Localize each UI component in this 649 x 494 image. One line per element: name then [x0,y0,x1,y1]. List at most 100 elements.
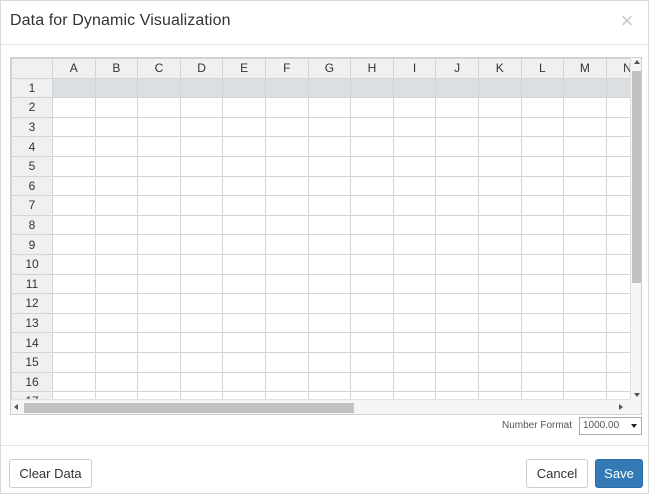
sheet-cell[interactable] [307,195,352,216]
sheet-cell[interactable] [520,214,565,236]
column-header[interactable]: D [179,58,224,79]
sheet-cell[interactable] [563,97,607,118]
sheet-cell[interactable] [264,273,309,295]
sheet-cell[interactable] [264,77,309,99]
sheet-cell[interactable] [477,371,522,393]
sheet-cell[interactable] [222,77,266,99]
sheet-cell[interactable] [477,312,522,334]
sheet-cell[interactable] [264,175,309,197]
sheet-cell[interactable] [563,253,607,275]
sheet-cell[interactable] [435,234,479,255]
sheet-cell[interactable] [52,97,96,118]
sheet-cell[interactable] [520,293,565,314]
sheet-cell[interactable] [350,273,394,295]
sheet-cell[interactable] [94,175,139,197]
sheet-cell[interactable] [563,116,607,138]
sheet-cell[interactable] [520,253,565,275]
sheet-cell[interactable] [477,116,522,138]
sheet-cell[interactable] [350,234,394,255]
sheet-cell[interactable] [137,371,181,393]
sheet-cell[interactable] [264,332,309,353]
sheet-cell[interactable] [350,77,394,99]
sheet-cell[interactable] [350,195,394,216]
sheet-cell[interactable] [563,234,607,255]
sheet-cell[interactable] [392,234,437,255]
sheet-cell[interactable] [477,293,522,314]
sheet-cell[interactable] [477,136,522,157]
cancel-button[interactable]: Cancel [526,459,588,488]
vertical-scroll-thumb[interactable] [632,71,641,283]
sheet-cell[interactable] [435,293,479,314]
sheet-cell[interactable] [137,155,181,177]
sheet-cell[interactable] [563,351,607,373]
column-header[interactable]: G [307,58,352,79]
row-header[interactable]: 12 [11,293,53,314]
sheet-cell[interactable] [307,175,352,197]
sheet-cell[interactable] [520,136,565,157]
sheet-cell[interactable] [392,136,437,157]
row-header[interactable]: 11 [11,273,53,295]
row-header[interactable]: 3 [11,116,53,138]
sheet-cell[interactable] [94,97,139,118]
row-header[interactable]: 4 [11,136,53,157]
sheet-cell[interactable] [264,155,309,177]
sheet-cell[interactable] [477,214,522,236]
sheet-cell[interactable] [477,253,522,275]
sheet-cell[interactable] [563,371,607,393]
sheet-cell[interactable] [563,77,607,99]
sheet-cell[interactable] [179,332,224,353]
sheet-cell[interactable] [94,214,139,236]
sheet-cell[interactable] [350,214,394,236]
sheet-cell[interactable] [179,234,224,255]
sheet-cell[interactable] [222,371,266,393]
scroll-right-icon[interactable] [619,404,623,410]
sheet-cell[interactable] [435,175,479,197]
sheet-cell[interactable] [350,155,394,177]
sheet-cell[interactable] [520,234,565,255]
sheet-cell[interactable] [179,214,224,236]
sheet-cell[interactable] [477,175,522,197]
column-header[interactable]: E [222,58,266,79]
sheet-cell[interactable] [563,136,607,157]
sheet-cell[interactable] [435,332,479,353]
sheet-cell[interactable] [307,371,352,393]
row-header[interactable]: 9 [11,234,53,255]
sheet-cell[interactable] [350,351,394,373]
row-header[interactable]: 7 [11,195,53,216]
sheet-cell[interactable] [520,332,565,353]
sheet-cell[interactable] [52,351,96,373]
sheet-cell[interactable] [392,332,437,353]
sheet-cell[interactable] [392,253,437,275]
sheet-cell[interactable] [137,97,181,118]
sheet-cell[interactable] [264,371,309,393]
sheet-cell[interactable] [520,195,565,216]
scroll-left-icon[interactable] [14,404,18,410]
sheet-cell[interactable] [307,155,352,177]
scroll-up-icon[interactable] [634,60,640,64]
sheet-cell[interactable] [392,195,437,216]
sheet-cell[interactable] [179,77,224,99]
sheet-cell[interactable] [435,214,479,236]
sheet-cell[interactable] [520,97,565,118]
sheet-cell[interactable] [307,234,352,255]
sheet-cell[interactable] [94,253,139,275]
sheet-cell[interactable] [435,116,479,138]
sheet-cell[interactable] [179,136,224,157]
sheet-cell[interactable] [137,312,181,334]
sheet-cell[interactable] [52,214,96,236]
sheet-cell[interactable] [264,234,309,255]
sheet-cell[interactable] [94,195,139,216]
column-header[interactable]: B [94,58,139,79]
sheet-cell[interactable] [477,155,522,177]
sheet-cell[interactable] [307,116,352,138]
sheet-cell[interactable] [435,97,479,118]
sheet-cell[interactable] [94,351,139,373]
sheet-cell[interactable] [94,77,139,99]
sheet-cell[interactable] [435,371,479,393]
sheet-cell[interactable] [350,332,394,353]
row-header[interactable]: 8 [11,214,53,236]
vertical-scrollbar[interactable] [630,58,641,399]
sheet-cell[interactable] [52,293,96,314]
sheet-cell[interactable] [179,293,224,314]
scroll-down-icon[interactable] [634,393,640,397]
